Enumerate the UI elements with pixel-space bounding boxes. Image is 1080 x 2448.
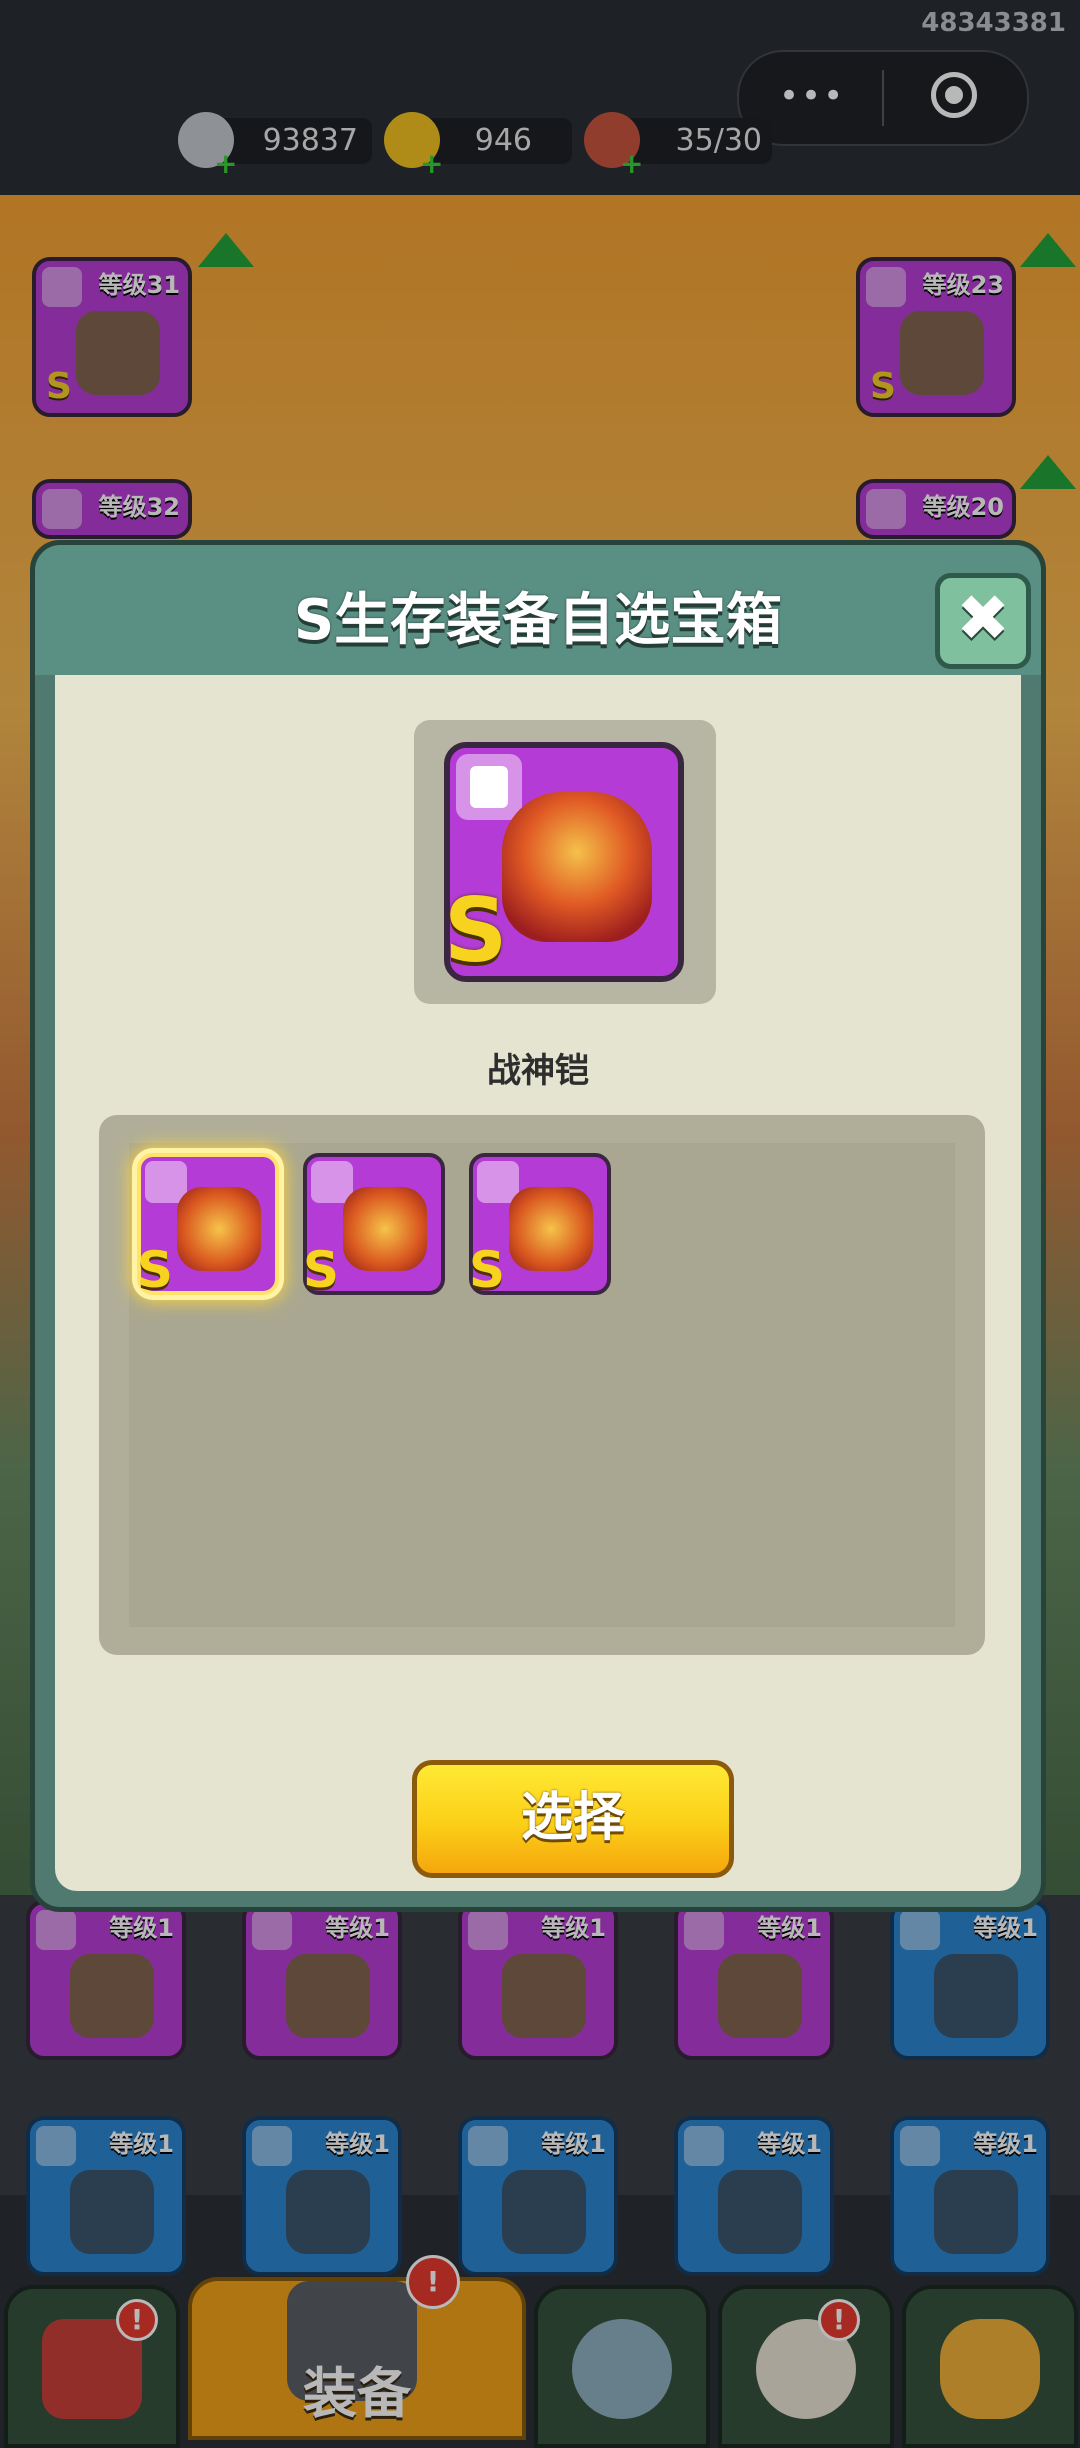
select-button[interactable]: 选择 <box>412 1760 734 1878</box>
option-glove[interactable]: S <box>303 1153 445 1299</box>
option-armor[interactable]: S <box>137 1153 279 1299</box>
preview-frame: S <box>414 720 716 1004</box>
boot-gear-icon <box>509 1187 593 1271</box>
preview-item-name: 战神铠 <box>487 1051 589 1091</box>
war-god-armor-icon <box>502 792 652 942</box>
preview-grade: S <box>444 879 508 982</box>
armor-gear-icon <box>177 1187 261 1271</box>
dialog-title: S生存装备自选宝箱 <box>293 588 783 653</box>
option-grade: S <box>469 1241 506 1299</box>
option-grade: S <box>137 1241 174 1299</box>
select-chest-dialog: S生存装备自选宝箱 ✖ S 战神铠 S S S 选择 <box>30 540 1046 1912</box>
close-button[interactable]: ✖ <box>935 573 1031 669</box>
armor-icon <box>456 754 522 820</box>
preview-item-card: S <box>444 742 684 982</box>
glove-gear-icon <box>343 1187 427 1271</box>
option-list: S S S <box>99 1115 985 1655</box>
dialog-header: S生存装备自选宝箱 ✖ <box>35 545 1041 675</box>
dialog-body: S 战神铠 S S S 选择 <box>55 675 1021 1891</box>
option-boots[interactable]: S <box>469 1153 611 1299</box>
option-grade: S <box>303 1241 340 1299</box>
